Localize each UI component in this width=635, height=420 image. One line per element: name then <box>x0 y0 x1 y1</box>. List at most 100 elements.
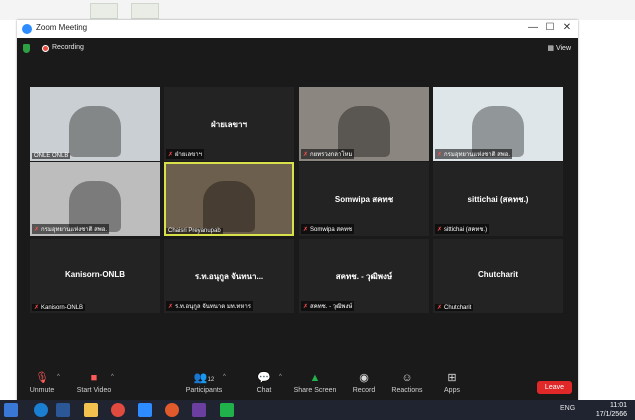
zoom-window: Zoom Meeting — ☐ ✕ Recording ▦ View ONLE… <box>17 20 578 404</box>
mic-muted-icon: ✗ <box>303 227 309 233</box>
participant-name: กรมอุทยานแห่งชาติ สพอ. <box>41 227 108 233</box>
clock-time: 11:01 <box>610 402 627 409</box>
mail-icon[interactable] <box>56 403 70 417</box>
apps-button[interactable]: ⊞ Apps <box>427 371 477 394</box>
window-title: Zoom Meeting <box>36 23 88 32</box>
windows-taskbar: ENG 11:01 17/1/2566 <box>0 400 635 420</box>
participant-name-label: ✗ กยทรวงกลาโหม <box>301 149 355 159</box>
app-icon[interactable] <box>165 403 179 417</box>
file-explorer-icon[interactable] <box>84 403 98 417</box>
chat-chevron-icon[interactable]: ^ <box>279 374 282 380</box>
security-shield-icon[interactable] <box>23 44 30 53</box>
participant-tile[interactable]: ฝ่ายเลขาฯ ✗ ฝ่ายเลขาฯ <box>164 87 294 161</box>
leave-button[interactable]: Leave <box>536 381 572 394</box>
participant-tile[interactable]: Chutcharit ✗ Chutcharit <box>433 239 563 313</box>
participant-tile[interactable]: สคทช. - วุฒิพงษ์ ✗ สคทช. - วุฒิพงษ์ <box>299 239 429 313</box>
mic-muted-icon: ✗ <box>168 304 174 310</box>
participant-tile[interactable]: Somwipa สคทช ✗ Somwipa สคทช <box>299 162 429 236</box>
close-button[interactable]: ✕ <box>560 22 574 33</box>
participants-button[interactable]: 👥12 Participants <box>179 371 229 394</box>
participant-tile[interactable]: Chaisri Preyanupab <box>164 162 294 236</box>
app-icon[interactable] <box>192 403 206 417</box>
mic-muted-icon: ✗ <box>168 152 174 158</box>
participant-display-name: ฝ่ายเลขาฯ <box>211 120 247 129</box>
participant-display-name: Chutcharit <box>478 270 518 279</box>
minimize-button[interactable]: — <box>526 22 540 33</box>
view-label: View <box>555 45 571 52</box>
participant-tile[interactable]: ONLE ONLB <box>30 87 160 161</box>
language-indicator[interactable]: ENG <box>560 405 575 412</box>
participant-name: Somwipa สคทช <box>310 227 353 233</box>
participant-name-label: ✗ กรมอุทยานแห่งชาติ สพอ. <box>435 149 513 159</box>
participant-display-name: สคทช. - วุฒิพงษ์ <box>335 272 393 281</box>
audio-options-chevron-icon[interactable]: ^ <box>57 374 60 380</box>
participant-display-name: sittichai (สคทช.) <box>467 195 529 204</box>
mic-muted-icon: ✗ <box>34 227 40 233</box>
share-screen-label: Share Screen <box>293 387 337 394</box>
participants-chevron-icon[interactable]: ^ <box>223 374 226 380</box>
participant-name-label: ✗ sittichai (สคทช.) <box>435 224 490 234</box>
participant-name: ร.ท.อนุกูล จันทนาต มท.ทหาร <box>175 304 251 310</box>
reactions-label: Reactions <box>391 387 423 394</box>
participant-name: Chaisri Preyanupab <box>168 228 221 234</box>
desktop-thumbnail <box>90 3 118 19</box>
participant-tile[interactable]: ✗ กรมอุทยานแห่งชาติ สพอ. <box>30 162 160 236</box>
participant-tile[interactable]: Kanisorn-ONLB ✗ Kanisorn-ONLB <box>30 239 160 313</box>
edge-icon[interactable] <box>34 403 48 417</box>
title-bar: Zoom Meeting — ☐ ✕ <box>17 20 578 38</box>
participant-name: ONLE ONLB <box>34 153 69 159</box>
recording-icon <box>42 45 49 52</box>
participant-name-label: Chaisri Preyanupab <box>166 228 223 234</box>
participants-icon: 👥12 <box>193 372 215 384</box>
meeting-top-bar: Recording ▦ View <box>17 38 578 60</box>
video-feed <box>69 105 121 158</box>
chat-label: Chat <box>256 387 272 394</box>
participant-name: กยทรวงกลาโหม <box>310 152 353 158</box>
participants-count: 12 <box>207 377 215 383</box>
participants-label: Participants <box>185 387 223 394</box>
participant-tile[interactable]: ร.ท.อนุกูล จันทนา... ✗ ร.ท.อนุกูล จันทนาต … <box>164 239 294 313</box>
maximize-button[interactable]: ☐ <box>543 22 557 33</box>
zoom-logo-icon <box>22 24 32 34</box>
apps-icon: ⊞ <box>447 372 457 384</box>
meeting-toolbar: 🎙 Unmute ^ ■ Start Video ^ 👥12 Participa… <box>17 369 578 404</box>
chrome-icon[interactable] <box>111 403 125 417</box>
participant-name-label: ✗ ร.ท.อนุกูล จันทนาต มท.ทหาร <box>166 301 253 311</box>
mic-muted-icon: ✗ <box>34 305 40 311</box>
share-screen-icon: ▲ <box>309 372 321 384</box>
mic-muted-icon: ✗ <box>437 152 443 158</box>
participant-display-name: Somwipa สคทช <box>334 195 394 204</box>
participant-name-label: ✗ Somwipa สคทช <box>301 224 355 234</box>
mic-muted-icon: ✗ <box>303 152 309 158</box>
video-options-chevron-icon[interactable]: ^ <box>111 374 114 380</box>
participant-display-name: Kanisorn-ONLB <box>65 270 125 279</box>
participant-name: สคทช. - วุฒิพงษ์ <box>310 304 353 310</box>
reactions-icon: ☺ <box>401 372 413 384</box>
recording-label: Recording <box>52 44 84 51</box>
share-screen-button[interactable]: ▲ Share Screen <box>290 371 340 394</box>
participant-display-name: ร.ท.อนุกูล จันทนา... <box>194 272 264 281</box>
clock-date: 17/1/2566 <box>595 411 627 418</box>
participant-name-label: ✗ Chutcharit <box>435 304 474 311</box>
participant-name-label: ✗ ฝ่ายเลขาฯ <box>166 149 204 159</box>
unmute-label: Unmute <box>29 387 55 394</box>
start-video-label: Start Video <box>76 387 112 394</box>
line-icon[interactable] <box>220 403 234 417</box>
clock[interactable]: 11:01 17/1/2566 <box>596 401 627 419</box>
participant-name-label: ONLE ONLB <box>32 153 71 159</box>
participant-name: sittichai (สคทช.) <box>444 227 488 233</box>
mic-muted-icon: ✗ <box>303 304 309 310</box>
participant-tile[interactable]: ✗ กรมอุทยานแห่งชาติ สพอ. <box>433 87 563 161</box>
participant-name-label: ✗ สคทช. - วุฒิพงษ์ <box>301 301 355 311</box>
participant-name-label: ✗ Kanisorn-ONLB <box>32 304 86 311</box>
participant-name: ฝ่ายเลขาฯ <box>175 152 202 158</box>
view-button[interactable]: ▦ View <box>547 44 571 52</box>
participant-name: Kanisorn-ONLB <box>41 305 84 311</box>
participant-tile[interactable]: ✗ กยทรวงกลาโหม <box>299 87 429 161</box>
zoom-taskbar-icon[interactable] <box>138 403 152 417</box>
participant-name: Chutcharit <box>444 305 472 311</box>
apps-label: Apps <box>444 387 460 394</box>
participant-tile[interactable]: sittichai (สคทช.) ✗ sittichai (สคทช.) <box>433 162 563 236</box>
start-menu-icon[interactable] <box>4 403 18 417</box>
reactions-button[interactable]: ☺ Reactions <box>382 371 432 394</box>
